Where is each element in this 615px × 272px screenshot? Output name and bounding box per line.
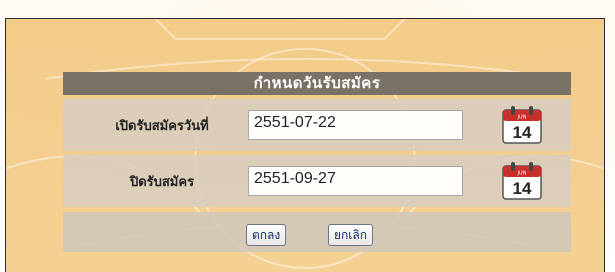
close-date-input[interactable]: 2551-09-27: [248, 166, 463, 196]
calendar-month-text: JUN: [517, 115, 527, 121]
calendar-day-text: 14: [513, 123, 532, 142]
calendar-icon[interactable]: 14 JUN: [501, 161, 543, 201]
open-date-label: เปิดรับสมัครวันที่: [115, 118, 209, 134]
calendar-month-text: JUN: [517, 171, 527, 177]
close-date-label: ปิดรับสมัคร: [129, 174, 195, 190]
open-date-input[interactable]: 2551-07-22: [248, 110, 463, 140]
cancel-button[interactable]: ยกเลิก: [328, 224, 374, 246]
button-row: ตกลง ยกเลิก: [63, 212, 571, 252]
open-date-row: เปิดรับสมัครวันที่ 2551-07-22 14 JUN: [63, 99, 571, 151]
ok-button[interactable]: ตกลง: [246, 224, 287, 246]
close-date-row: ปิดรับสมัคร 2551-09-27 14 JUN: [63, 155, 571, 207]
date-setting-form: กำหนดวันรับสมัคร เปิดรับสมัครวันที่ 2551…: [63, 72, 571, 254]
form-panel: กำหนดวันรับสมัคร เปิดรับสมัครวันที่ 2551…: [5, 18, 605, 272]
form-title: กำหนดวันรับสมัคร: [63, 72, 571, 95]
calendar-icon[interactable]: 14 JUN: [501, 105, 543, 145]
calendar-day-text: 14: [513, 179, 532, 198]
